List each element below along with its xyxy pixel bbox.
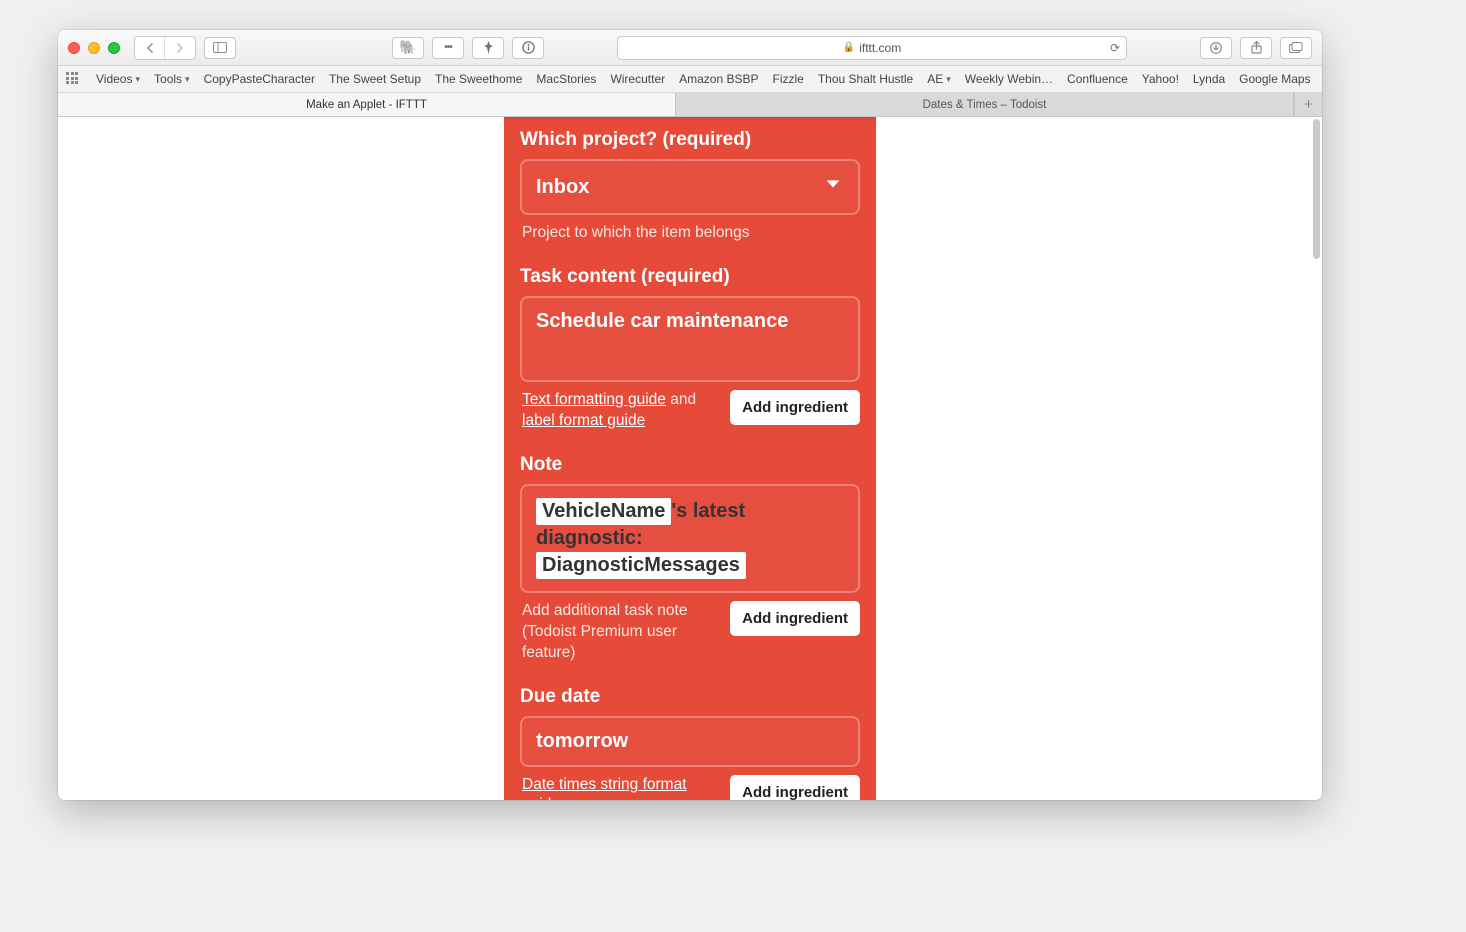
url-host: ifttt.com bbox=[859, 41, 901, 55]
favorite-copypastecharacter[interactable]: CopyPasteCharacter bbox=[204, 72, 315, 86]
minimize-window-button[interactable] bbox=[88, 42, 100, 54]
date-format-guide-link[interactable]: Date times string format guide bbox=[522, 776, 687, 800]
evernote-button[interactable]: 🐘 bbox=[392, 37, 424, 59]
task-content-input[interactable]: Schedule car maintenance bbox=[520, 296, 860, 382]
favorite-fizzle[interactable]: Fizzle bbox=[773, 72, 804, 86]
window-controls bbox=[68, 42, 120, 54]
tab-bar: Make an Applet - IFTTT Dates & Times – T… bbox=[58, 93, 1322, 117]
chevron-down-icon: ▾ bbox=[185, 74, 190, 85]
reload-button[interactable]: ⟳ bbox=[1110, 41, 1120, 55]
project-select-value: Inbox bbox=[536, 176, 589, 199]
due-date-value: tomorrow bbox=[536, 730, 628, 752]
ingredient-diagnostic-messages[interactable]: DiagnosticMessages bbox=[536, 552, 746, 579]
due-hint: Date times string format guide bbox=[520, 775, 720, 800]
favorite-the-sweethome[interactable]: The Sweethome bbox=[435, 72, 522, 86]
nav-back-forward bbox=[134, 36, 196, 60]
task-content-value: Schedule car maintenance bbox=[536, 310, 788, 332]
task-hint: Text formatting guide and label format g… bbox=[520, 390, 720, 432]
note-add-ingredient-button[interactable]: Add ingredient bbox=[730, 601, 860, 636]
favorite-tools[interactable]: Tools▾ bbox=[154, 72, 190, 86]
favorite-the-sweet-setup[interactable]: The Sweet Setup bbox=[329, 72, 421, 86]
note-hint: Add additional task note (Todoist Premiu… bbox=[520, 601, 720, 664]
tab-title: Make an Applet - IFTTT bbox=[306, 99, 427, 111]
ingredient-vehicle-name[interactable]: VehicleName bbox=[536, 498, 671, 525]
project-select[interactable]: Inbox bbox=[520, 159, 860, 215]
task-label: Task content (required) bbox=[520, 244, 860, 296]
task-add-ingredient-button[interactable]: Add ingredient bbox=[730, 390, 860, 425]
note-label: Note bbox=[520, 432, 860, 484]
page-scroll[interactable]: Which project? (required) Inbox Project … bbox=[58, 117, 1322, 800]
close-window-button[interactable] bbox=[68, 42, 80, 54]
favorite-macstories[interactable]: MacStories bbox=[536, 72, 596, 86]
share-button[interactable] bbox=[1240, 37, 1272, 59]
ifttt-form: Which project? (required) Inbox Project … bbox=[504, 117, 876, 800]
chevron-down-icon: ▾ bbox=[946, 74, 951, 85]
tab-title: Dates & Times – Todoist bbox=[923, 99, 1047, 111]
lock-icon: 🔒 bbox=[843, 42, 855, 53]
1password-button[interactable]: ••• bbox=[432, 37, 464, 59]
safari-window: 🐘 ••• 🔒 ifttt.com ⟳ bbox=[58, 30, 1322, 800]
new-tab-button[interactable]: + bbox=[1294, 93, 1322, 116]
tab-todoist[interactable]: Dates & Times – Todoist bbox=[676, 93, 1294, 116]
show-favorites-grid-button[interactable] bbox=[66, 72, 78, 86]
favorite-lynda[interactable]: Lynda bbox=[1193, 72, 1225, 86]
due-hint-row: Date times string format guide Add ingre… bbox=[520, 767, 860, 800]
project-label: Which project? (required) bbox=[520, 117, 860, 159]
tabs-overview-button[interactable] bbox=[1280, 37, 1312, 59]
tab-ifttt[interactable]: Make an Applet - IFTTT bbox=[58, 93, 676, 116]
back-button[interactable] bbox=[135, 37, 165, 59]
favorite-wirecutter[interactable]: Wirecutter bbox=[610, 72, 665, 86]
text-formatting-guide-link[interactable]: Text formatting guide bbox=[522, 391, 666, 408]
due-date-input[interactable]: tomorrow bbox=[520, 716, 860, 767]
pin-button[interactable] bbox=[472, 37, 504, 59]
favorite-confluence[interactable]: Confluence bbox=[1067, 72, 1128, 86]
downloads-button[interactable] bbox=[1200, 37, 1232, 59]
toolbar-right bbox=[1200, 37, 1312, 59]
chevron-down-icon bbox=[822, 173, 844, 201]
due-date-label: Due date bbox=[520, 664, 860, 716]
address-bar-wrap: 🔒 ifttt.com ⟳ bbox=[552, 36, 1192, 60]
task-hint-row: Text formatting guide and label format g… bbox=[520, 382, 860, 432]
note-hint-row: Add additional task note (Todoist Premiu… bbox=[520, 593, 860, 664]
favorite-amazon-bsbp[interactable]: Amazon BSBP bbox=[679, 72, 758, 86]
favorites-bar: Videos▾ Tools▾ CopyPasteCharacter The Sweet… bbox=[58, 66, 1322, 93]
favorite-yahoo-[interactable]: Yahoo! bbox=[1142, 72, 1179, 86]
due-add-ingredient-button[interactable]: Add ingredient bbox=[730, 775, 860, 800]
favorite-videos[interactable]: Videos▾ bbox=[96, 72, 140, 86]
favorite-thou-shalt-hustle[interactable]: Thou Shalt Hustle bbox=[818, 72, 913, 86]
address-bar[interactable]: 🔒 ifttt.com ⟳ bbox=[617, 36, 1127, 60]
project-hint: Project to which the item belongs bbox=[520, 215, 860, 244]
zoom-window-button[interactable] bbox=[108, 42, 120, 54]
label-format-guide-link[interactable]: label format guide bbox=[522, 412, 645, 429]
favorite-weekly-webin-[interactable]: Weekly Webin… bbox=[965, 72, 1053, 86]
favorite-google-maps[interactable]: Google Maps bbox=[1239, 72, 1310, 86]
chevron-down-icon: ▾ bbox=[135, 74, 140, 85]
sidebar-toggle-button[interactable] bbox=[204, 37, 236, 59]
note-input[interactable]: VehicleName's latest diagnostic: Diagnos… bbox=[520, 484, 860, 593]
info-button[interactable] bbox=[512, 37, 544, 59]
forward-button[interactable] bbox=[165, 37, 195, 59]
web-content: Which project? (required) Inbox Project … bbox=[58, 117, 1322, 800]
favorite-ae[interactable]: AE▾ bbox=[927, 72, 951, 86]
toolbar: 🐘 ••• 🔒 ifttt.com ⟳ bbox=[58, 30, 1322, 66]
scrollbar-thumb[interactable] bbox=[1313, 119, 1320, 259]
